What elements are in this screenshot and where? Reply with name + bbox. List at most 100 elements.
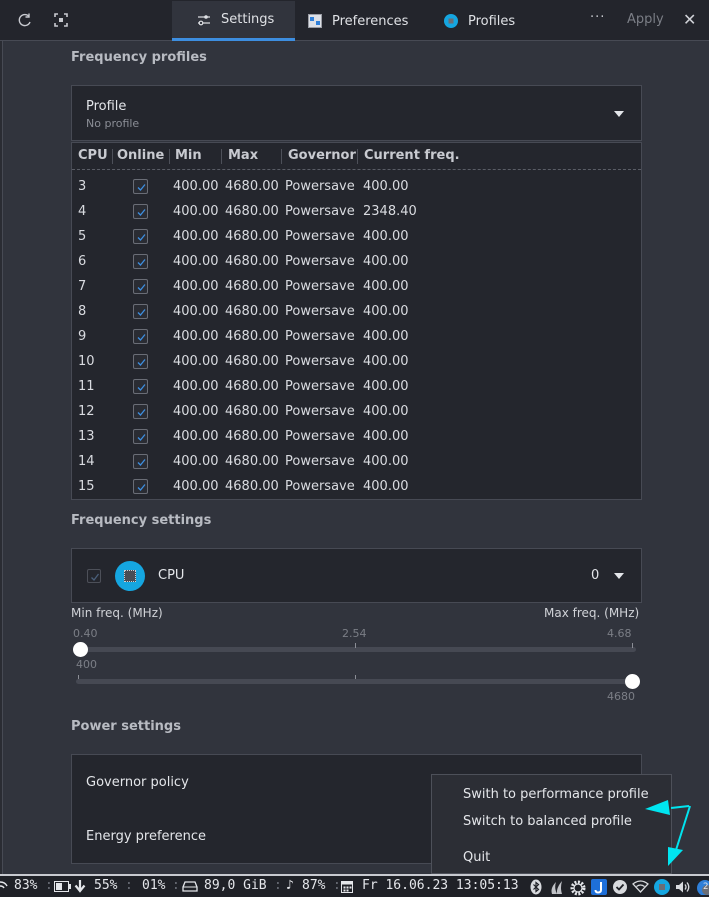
table-row[interactable]: 6 400.00 4680.00 Powersave 400.00: [72, 250, 641, 275]
governor-cell: Powersave: [285, 404, 355, 419]
menu-item-quit[interactable]: Quit: [463, 850, 490, 865]
column-header-governor[interactable]: Governor: [288, 148, 356, 163]
online-checkbox[interactable]: [133, 479, 148, 494]
online-checkbox[interactable]: [133, 204, 148, 219]
column-separator[interactable]: [112, 149, 113, 164]
online-checkbox[interactable]: [133, 329, 148, 344]
max-freq-slider-track[interactable]: [76, 679, 636, 684]
sliders-icon: [197, 13, 211, 27]
discharging-arrow-icon: [74, 880, 86, 897]
profile-label: Profile: [86, 99, 127, 114]
table-row[interactable]: 13 400.00 4680.00 Powersave 400.00: [72, 425, 641, 450]
table-row[interactable]: 8 400.00 4680.00 Powersave 400.00: [72, 300, 641, 325]
cpu-index-cell: 5: [78, 229, 87, 244]
close-button[interactable]: ✕: [683, 10, 696, 29]
fit-screen-icon[interactable]: [52, 11, 70, 29]
min-freq-cell: 400.00: [173, 229, 219, 244]
column-separator[interactable]: [281, 149, 282, 164]
online-checkbox[interactable]: [133, 429, 148, 444]
column-header-min[interactable]: Min: [175, 148, 202, 163]
menu-item-performance-profile[interactable]: Swith to performance profile: [463, 787, 649, 802]
online-checkbox[interactable]: [133, 379, 148, 394]
current-freq-cell: 400.00: [363, 354, 409, 369]
max-freq-cell: 4680.00: [225, 229, 279, 244]
flame-icon[interactable]: [549, 879, 565, 895]
column-separator[interactable]: [357, 149, 358, 164]
online-checkbox[interactable]: [133, 404, 148, 419]
more-options-button[interactable]: ···: [590, 10, 605, 25]
online-checkbox[interactable]: [133, 279, 148, 294]
current-freq-cell: 400.00: [363, 304, 409, 319]
table-row[interactable]: 4 400.00 4680.00 Powersave 2348.40: [72, 200, 641, 225]
min-freq-cell: 400.00: [173, 379, 219, 394]
online-checkbox[interactable]: [133, 304, 148, 319]
column-header-cpu[interactable]: CPU: [78, 148, 108, 163]
max-freq-cell: 4680.00: [225, 254, 279, 269]
table-row[interactable]: 10 400.00 4680.00 Powersave 400.00: [72, 350, 641, 375]
online-checkbox[interactable]: [133, 354, 148, 369]
separator: :: [274, 878, 282, 893]
table-row[interactable]: 5 400.00 4680.00 Powersave 400.00: [72, 225, 641, 250]
column-separator[interactable]: [221, 149, 222, 164]
profile-combobox[interactable]: Profile No profile: [71, 85, 642, 141]
table-row[interactable]: 7 400.00 4680.00 Powersave 400.00: [72, 275, 641, 300]
tab-preferences[interactable]: Preferences: [308, 1, 408, 41]
gear-logo-icon[interactable]: [569, 879, 586, 896]
max-freq-cell: 4680.00: [225, 354, 279, 369]
min-freq-cell: 400.00: [173, 204, 219, 219]
bluetooth-icon[interactable]: [528, 879, 544, 895]
cpu-index-cell: 13: [78, 429, 95, 444]
cpu-chip-icon: [444, 14, 458, 28]
table-row[interactable]: 9 400.00 4680.00 Powersave 400.00: [72, 325, 641, 350]
table-row[interactable]: 12 400.00 4680.00 Powersave 400.00: [72, 400, 641, 425]
wifi-icon[interactable]: [632, 879, 649, 895]
max-freq-cell: 4680.00: [225, 204, 279, 219]
preferences-icon: [308, 14, 322, 28]
slider-tick: [632, 643, 633, 648]
refresh-icon[interactable]: [16, 11, 34, 29]
current-freq-cell: 400.00: [363, 404, 409, 419]
max-freq-value: 4680: [607, 690, 635, 703]
apply-button[interactable]: Apply: [627, 12, 664, 27]
menu-item-balanced-profile[interactable]: Switch to balanced profile: [463, 814, 632, 829]
governor-cell: Powersave: [285, 429, 355, 444]
governor-cell: Powersave: [285, 379, 355, 394]
profile-value: No profile: [86, 117, 140, 130]
max-freq-slider-handle[interactable]: [624, 674, 640, 689]
online-checkbox[interactable]: [133, 254, 148, 269]
table-row[interactable]: 15 400.00 4680.00 Powersave 400.00: [72, 475, 641, 499]
max-freq-cell: 4680.00: [225, 279, 279, 294]
min-freq-slider-track[interactable]: [76, 647, 636, 652]
scale-tick-label: 2.54: [342, 627, 367, 640]
online-checkbox[interactable]: [133, 229, 148, 244]
online-checkbox[interactable]: [133, 179, 148, 194]
current-freq-cell: 400.00: [363, 329, 409, 344]
table-row[interactable]: 14 400.00 4680.00 Powersave 400.00: [72, 450, 641, 475]
min-freq-label: Min freq. (MHz): [71, 606, 163, 620]
online-checkbox[interactable]: [133, 454, 148, 469]
column-separator[interactable]: [169, 149, 170, 164]
column-header-online[interactable]: Online: [117, 148, 164, 163]
column-header-current-freq[interactable]: Current freq.: [364, 148, 460, 163]
check-circle-icon[interactable]: [612, 879, 628, 895]
cpu-index-cell: 14: [78, 454, 95, 469]
volume-icon[interactable]: [675, 879, 691, 895]
tab-settings[interactable]: Settings: [172, 1, 295, 41]
cpu-chip-icon[interactable]: [654, 879, 670, 895]
governor-cell: Powersave: [285, 279, 355, 294]
cpu-index-cell: 9: [78, 329, 87, 344]
min-freq-slider-handle[interactable]: [72, 642, 88, 657]
frequency-profiles-title: Frequency profiles: [71, 50, 207, 65]
app-j-icon[interactable]: [591, 879, 607, 895]
clock-datetime[interactable]: Fr 16.06.23 13:05:13: [362, 878, 519, 893]
chevron-down-icon[interactable]: [614, 573, 624, 579]
scale-tick-label: 0.40: [73, 627, 98, 640]
table-row[interactable]: 3 400.00 4680.00 Powersave 400.00: [72, 175, 641, 200]
column-header-max[interactable]: Max: [228, 148, 258, 163]
cpu-selector[interactable]: CPU 0: [71, 548, 642, 603]
disk-icon: [182, 881, 198, 896]
table-row[interactable]: 11 400.00 4680.00 Powersave 400.00: [72, 375, 641, 400]
tab-profiles[interactable]: Profiles: [444, 1, 515, 41]
cpu-index-cell: 4: [78, 204, 87, 219]
cpu-enable-checkbox[interactable]: [87, 569, 101, 583]
